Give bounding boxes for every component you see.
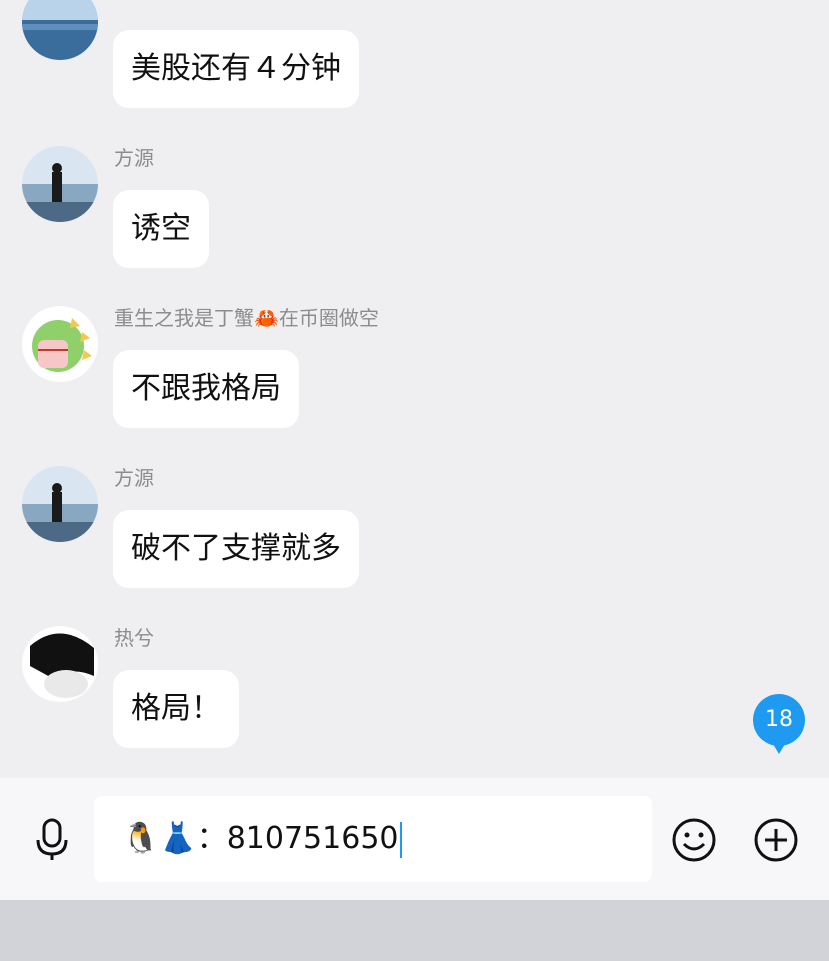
message-bubble[interactable]: 诱空 — [113, 190, 209, 268]
message-item: 方源 破不了支撑就多 — [0, 466, 829, 596]
sender-name: 重生之我是丁蟹🦀在币圈做空 — [114, 306, 379, 330]
microphone-icon[interactable] — [30, 818, 74, 862]
message-item: 方源 诱空 — [0, 146, 829, 276]
person-on-shore-avatar[interactable] — [22, 146, 98, 222]
emoji-icon[interactable] — [670, 816, 718, 864]
message-input[interactable]: 🐧👗：810751650 — [94, 796, 652, 882]
unread-count-badge[interactable]: 18 — [753, 694, 805, 754]
message-input-value: 🐧👗：810751650 — [122, 821, 399, 856]
keyboard-area — [0, 900, 829, 961]
green-dinosaur-avatar[interactable] — [22, 306, 98, 382]
message-composer: 🐧👗：810751650 — [0, 778, 829, 900]
chat-message-list[interactable]: ns 美股还有４分钟 方源 诱空 — [0, 0, 829, 778]
message-bubble[interactable]: 格局！ — [113, 670, 239, 748]
message-item: 热兮 格局！ — [0, 626, 829, 756]
message-bubble[interactable]: 破不了支撑就多 — [113, 510, 359, 588]
message-bubble[interactable]: 不跟我格局 — [113, 350, 299, 428]
dark-portrait-avatar[interactable] — [22, 626, 98, 702]
sender-name: 方源 — [114, 146, 154, 170]
sender-name: ns — [114, 0, 137, 4]
message-item: ns 美股还有４分钟 — [0, 0, 829, 114]
message-bubble[interactable]: 美股还有４分钟 — [113, 30, 359, 108]
text-caret — [399, 821, 402, 858]
sender-name: 方源 — [114, 466, 154, 490]
person-on-shore-avatar[interactable] — [22, 466, 98, 542]
plus-icon[interactable] — [752, 816, 800, 864]
sender-name: 热兮 — [114, 626, 154, 650]
ocean-avatar[interactable] — [22, 0, 98, 60]
message-item: 重生之我是丁蟹🦀在币圈做空 不跟我格局 — [0, 306, 829, 436]
